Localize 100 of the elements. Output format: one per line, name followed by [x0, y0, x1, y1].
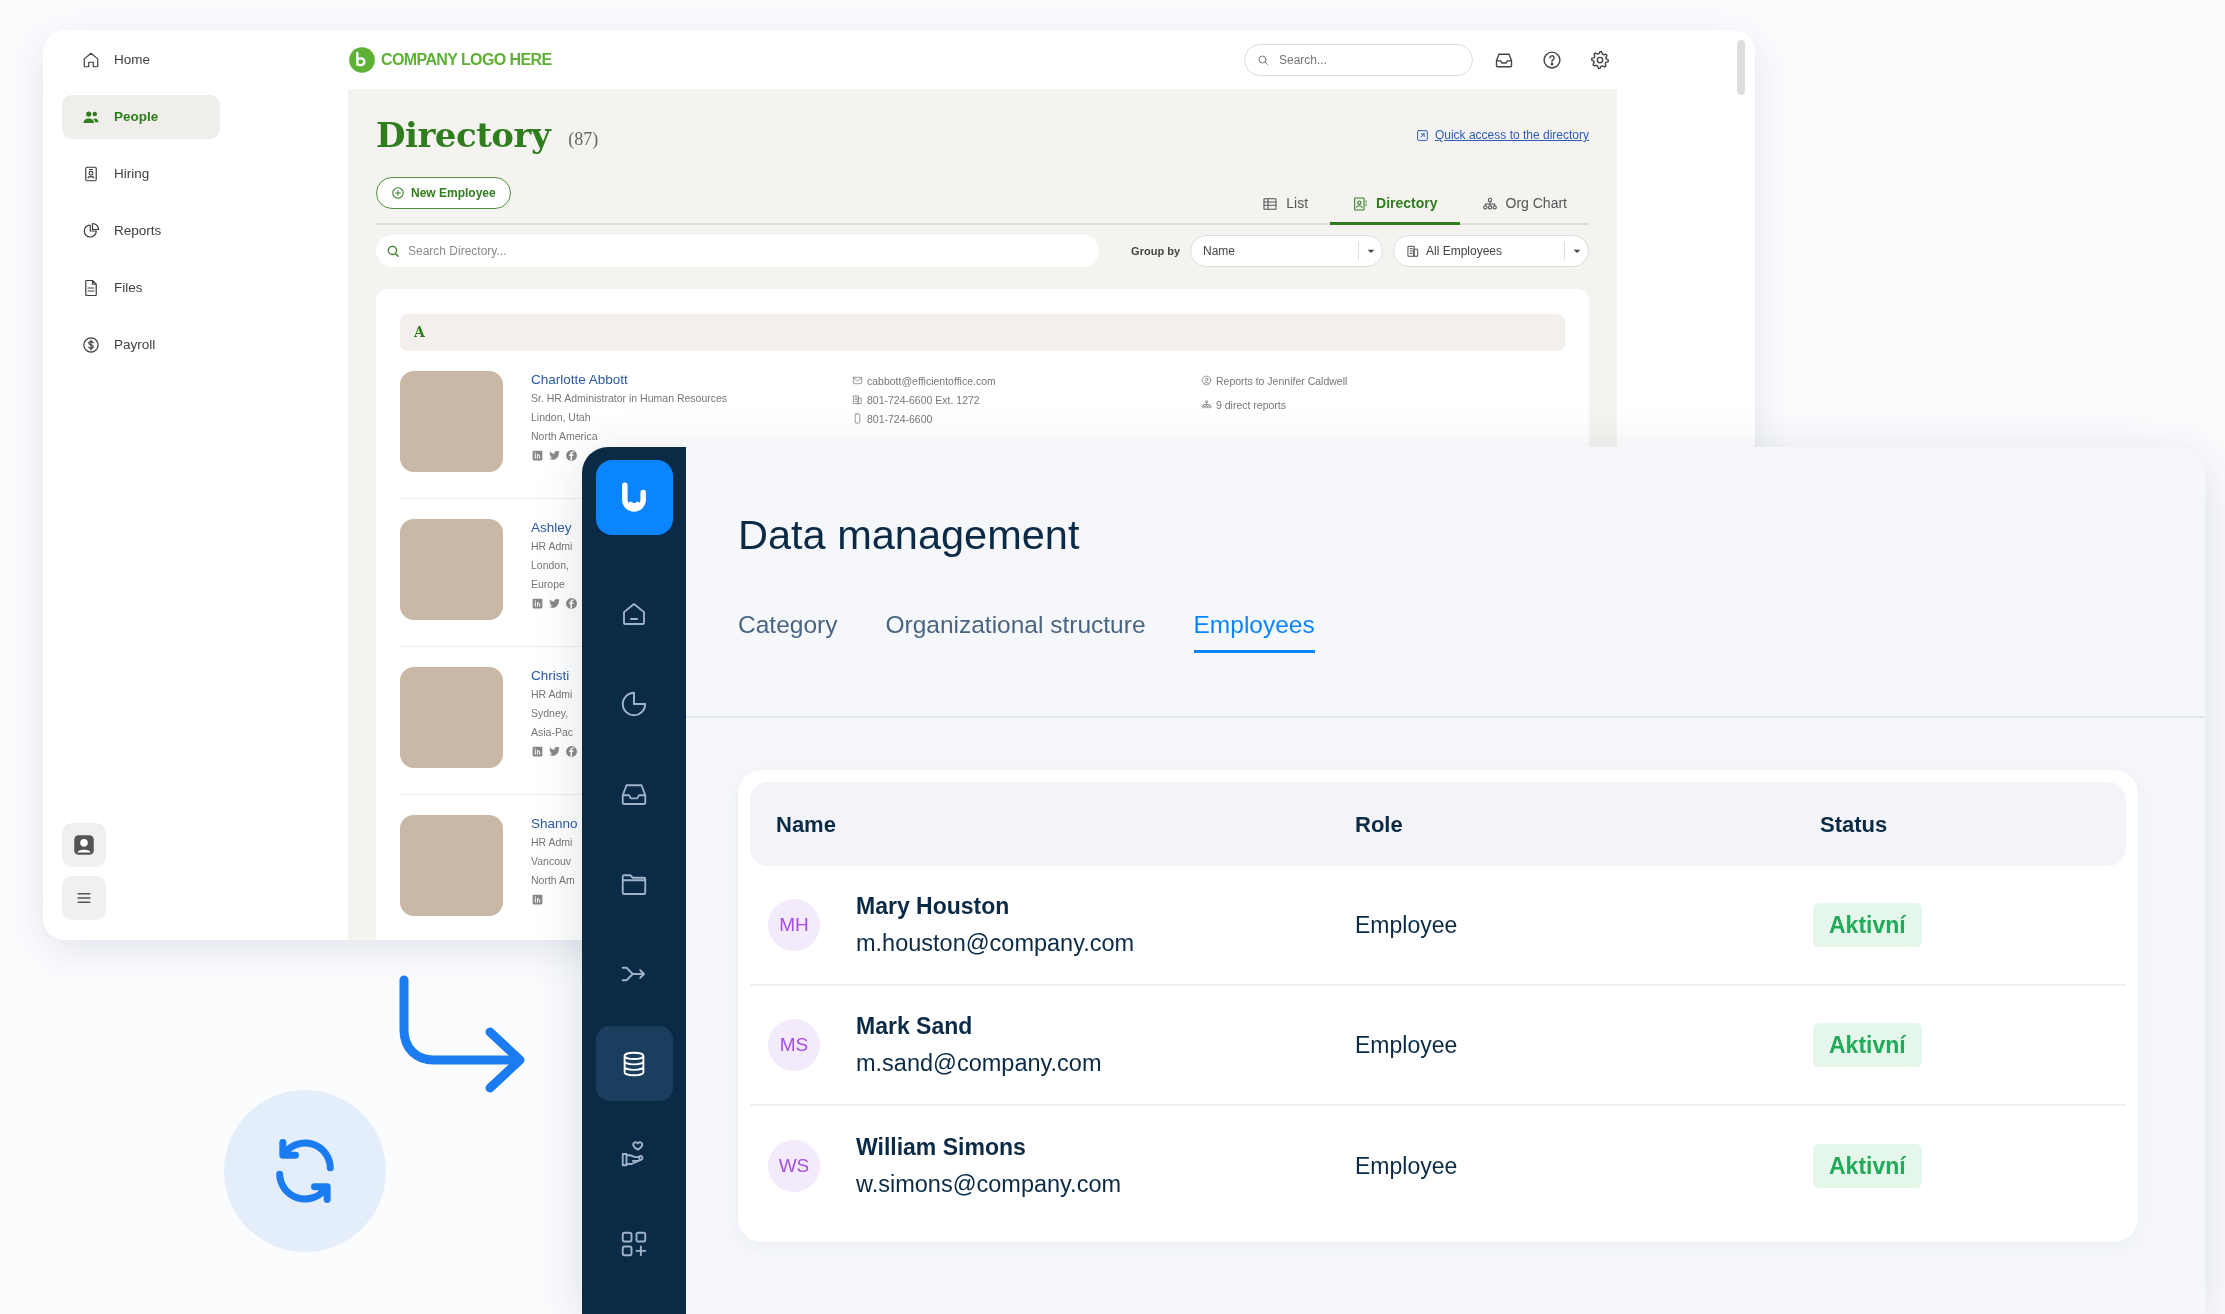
email-text: cabbott@efficientoffice.com	[867, 373, 996, 389]
employee-name[interactable]: Shanno	[531, 815, 578, 833]
social-icon[interactable]	[565, 449, 578, 462]
directory-search-input[interactable]: Search Directory...	[406, 241, 1090, 261]
tab[interactable]: Organizational structure	[885, 607, 1146, 653]
profile-button[interactable]	[62, 823, 106, 867]
table-icon	[1262, 195, 1279, 212]
avatar-icon	[71, 832, 97, 858]
column-header: Name	[776, 810, 837, 839]
employee-detail: Lindon, Utah	[531, 410, 591, 425]
tab[interactable]: Directory	[1330, 185, 1460, 225]
search-icon	[1257, 53, 1269, 66]
social-icon[interactable]	[548, 597, 561, 610]
column-header: Status	[1820, 810, 1889, 839]
org-chart-icon	[1481, 195, 1498, 212]
employee-detail: HR Admi	[531, 539, 573, 554]
social-icon[interactable]	[565, 745, 578, 758]
plus-icon	[391, 186, 405, 200]
avatar-initials: WS	[768, 1140, 820, 1192]
employee-email: m.houston@company.com	[856, 929, 1135, 958]
mobile-text: 801-724-6600	[867, 411, 933, 427]
social-icon[interactable]	[548, 449, 561, 462]
menu-button[interactable]	[62, 876, 106, 920]
role-text: Employee	[1355, 1151, 1459, 1181]
social-icon[interactable]	[548, 745, 561, 758]
employee-count: (87)	[568, 127, 599, 151]
sidebar-item[interactable]: Home	[62, 38, 220, 82]
status-badge: Aktivní	[1813, 1022, 1922, 1068]
group-by-select[interactable]: Name	[1190, 235, 1383, 267]
employee-detail: North America	[531, 429, 598, 444]
logo-icon	[348, 45, 376, 74]
pie-chart-icon	[82, 222, 100, 240]
tab[interactable]: List	[1240, 185, 1331, 225]
directory-search-field[interactable]: Search Directory...	[376, 235, 1100, 267]
employee-detail: London,	[531, 558, 569, 573]
sidebar-item[interactable]: Files	[62, 266, 220, 310]
employee-name[interactable]: Christi	[531, 667, 570, 685]
social-icon[interactable]	[531, 893, 544, 906]
page-title: Data management	[738, 510, 1081, 560]
org-chart-icon	[1201, 399, 1212, 410]
sidebar-item[interactable]: Reports	[62, 209, 220, 253]
phone-text: 801-724-6600 Ext. 1272	[867, 392, 980, 408]
app-logo[interactable]	[595, 460, 673, 535]
sidebar-item[interactable]: People	[62, 95, 220, 139]
sidebar-item[interactable]: Payroll	[62, 323, 220, 367]
help-icon	[1542, 49, 1562, 70]
social-icon[interactable]	[531, 745, 544, 758]
employee-detail: HR Admi	[531, 835, 573, 850]
building-icon	[1406, 244, 1420, 258]
tab[interactable]: Org Chart	[1459, 185, 1589, 225]
dollar-icon	[82, 336, 100, 354]
home-icon	[82, 51, 100, 69]
employee-name[interactable]: Charlotte Abbott	[531, 371, 628, 389]
employee-name: Mark Sand	[856, 1012, 974, 1041]
employee-detail: Vancouv	[531, 854, 572, 869]
document-icon	[82, 279, 100, 297]
new-employee-button[interactable]: New Employee	[376, 177, 511, 209]
phone-icon	[852, 413, 863, 424]
employee-name[interactable]: Ashley	[531, 519, 572, 537]
employee-filter-select[interactable]: All Employees	[1393, 235, 1589, 267]
role-text: Employee	[1355, 910, 1459, 940]
group-by-label: Group by	[1131, 243, 1180, 259]
contact-card-icon	[1352, 195, 1369, 212]
employee-name: William Simons	[856, 1133, 1027, 1162]
role-text: Employee	[1355, 1030, 1459, 1060]
employee-name: Mary Houston	[856, 892, 1011, 921]
avatar-initials: MS	[768, 1019, 820, 1071]
external-link-icon	[1415, 128, 1429, 142]
people-icon	[82, 108, 100, 126]
tab[interactable]: Category	[738, 607, 838, 653]
group-letter: A	[414, 323, 425, 342]
employee-detail: HR Admi	[531, 687, 573, 702]
employee-detail: North Am	[531, 873, 575, 888]
employee-detail: Europe	[531, 577, 565, 592]
avatar-initials: MH	[768, 899, 820, 951]
status-badge: Aktivní	[1813, 1143, 1922, 1189]
sidebar-item[interactable]: Hiring	[62, 152, 220, 196]
employee-email: w.simons@company.com	[856, 1170, 1122, 1199]
company-logo-text: COMPANY LOGO HERE	[381, 49, 552, 70]
employee-detail: Sydney,	[531, 706, 569, 721]
social-icon[interactable]	[531, 449, 544, 462]
social-icon[interactable]	[565, 597, 578, 610]
badge-icon	[82, 165, 100, 183]
nav-item[interactable]	[595, 1026, 673, 1101]
mail-icon	[852, 375, 863, 386]
column-header: Role	[1355, 810, 1404, 839]
page-title: Directory	[376, 113, 551, 157]
social-icon[interactable]	[531, 597, 544, 610]
search-icon	[386, 244, 400, 258]
employee-detail: Sr. HR Administrator in Human Resources	[531, 391, 728, 406]
employee-detail: Asia-Pac	[531, 725, 573, 740]
scrollbar-thumb[interactable]	[1737, 40, 1745, 95]
quick-access-link[interactable]: Quick access to the directory	[1415, 126, 1589, 144]
direct-reports-text: 9 direct reports	[1216, 397, 1287, 413]
reports-to-text: Reports to Jennifer Caldwell	[1216, 373, 1348, 389]
search-input[interactable]: Search...	[1277, 49, 1447, 70]
user-icon	[1201, 375, 1212, 386]
building-icon	[852, 394, 863, 405]
settings-icon	[1590, 49, 1610, 70]
employee-email: m.sand@company.com	[856, 1049, 1102, 1078]
